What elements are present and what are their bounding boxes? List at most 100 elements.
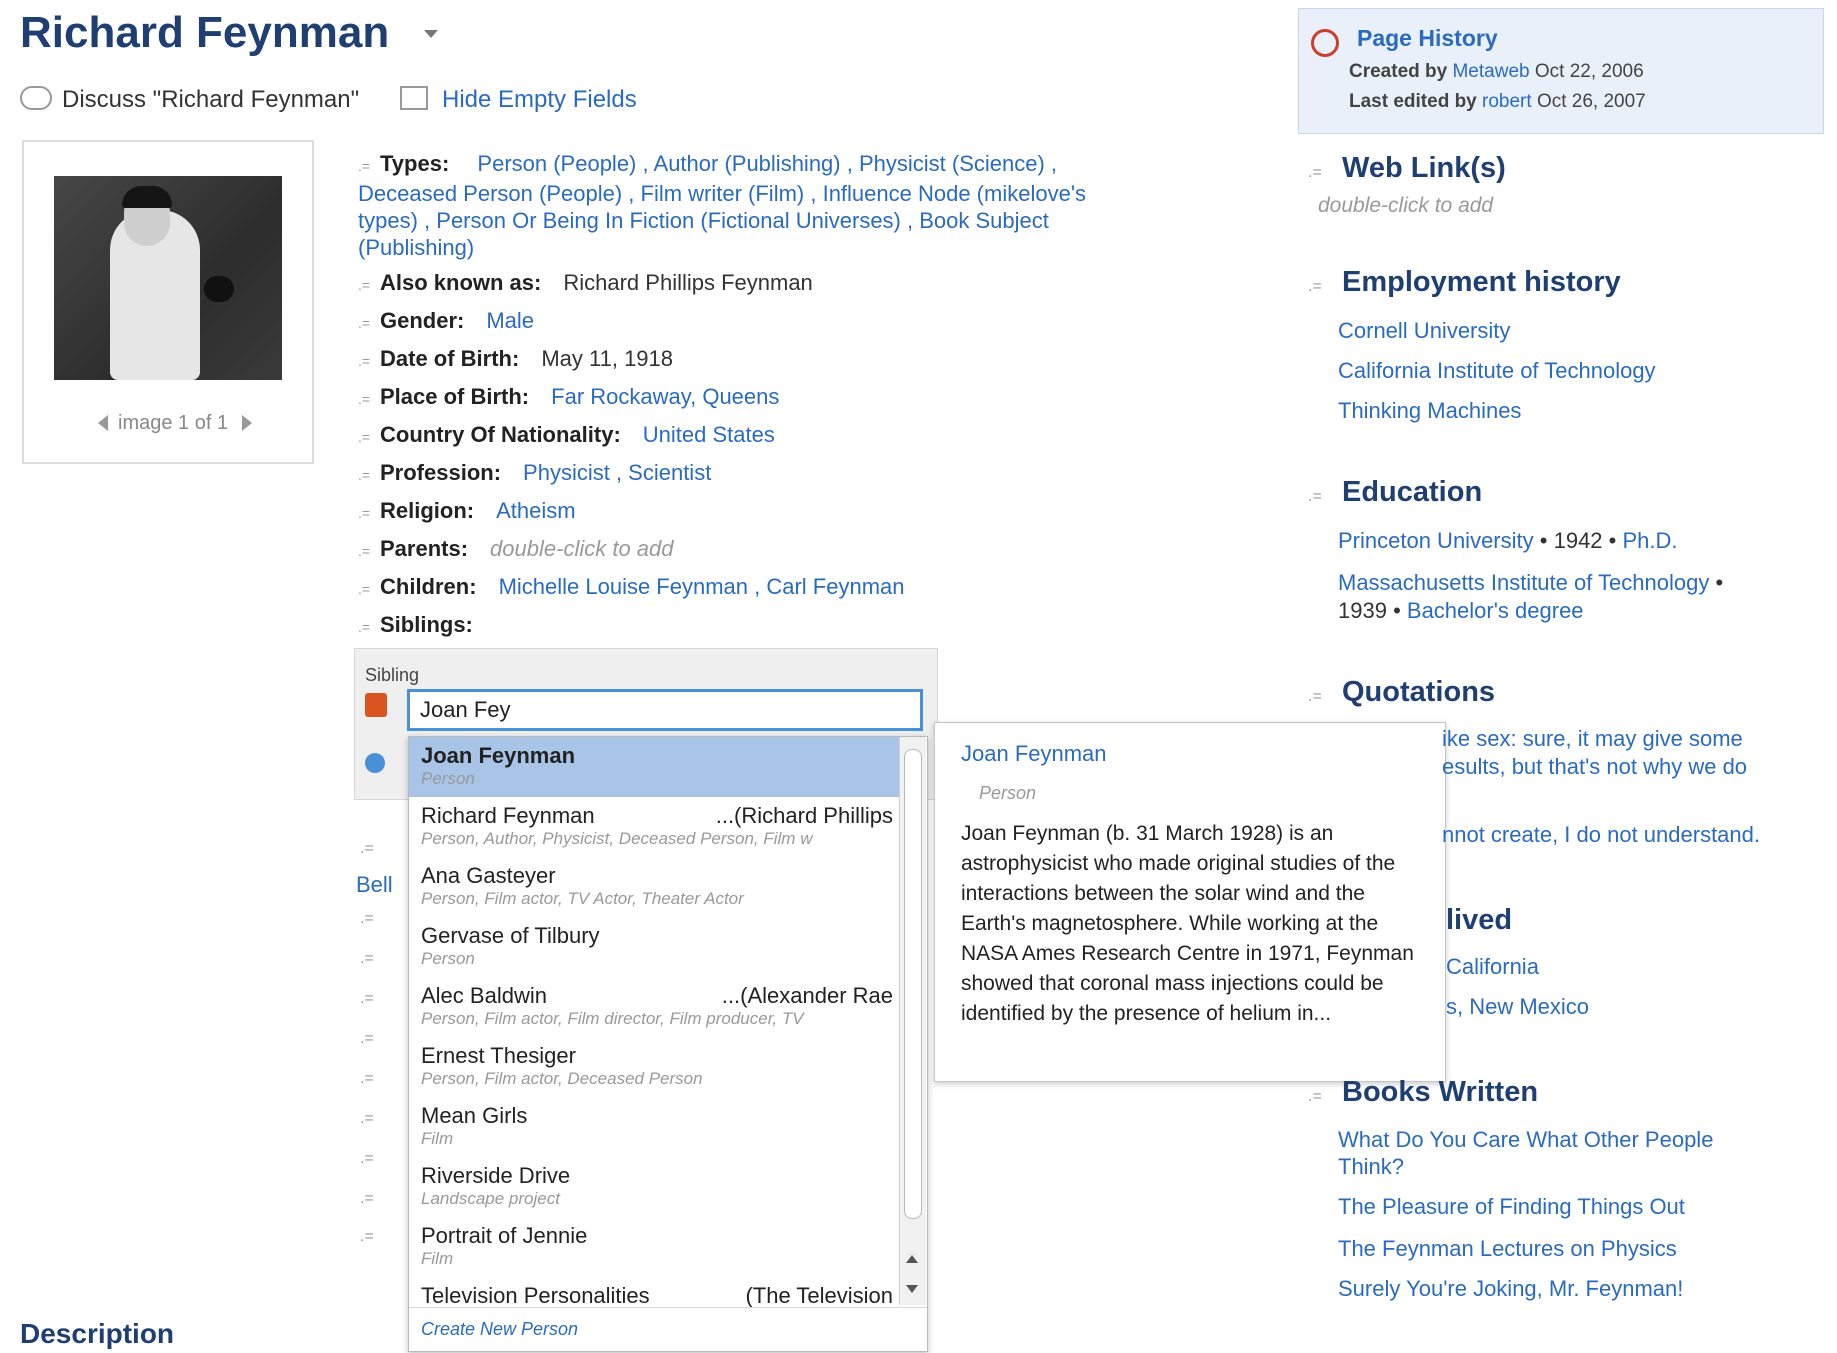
property-value[interactable]: Richard Phillips Feynman [563, 270, 812, 295]
preview-description: Joan Feynman (b. 31 March 1928) is an as… [961, 822, 1414, 1025]
scroll-down-icon[interactable] [906, 1285, 918, 1293]
page-title: Richard Feynman [20, 8, 390, 57]
type-link[interactable]: Film writer (Film) [641, 181, 805, 206]
degree-link[interactable]: Ph.D. [1623, 528, 1678, 553]
editor-link[interactable]: robert [1482, 91, 1532, 112]
type-link[interactable]: Deceased Person (People) [358, 181, 622, 206]
property-value[interactable]: Physicist , Scientist [523, 460, 711, 485]
drag-handle-icon[interactable]: .= [358, 581, 380, 597]
drag-handle-icon[interactable]: .= [358, 315, 380, 331]
type-link[interactable]: Physicist (Science) [859, 151, 1045, 176]
autocomplete-dropdown: Joan Feynman Person Richard Feynman ...(… [408, 736, 928, 1352]
type-link[interactable]: Person Or Being In Fiction (Fictional Un… [436, 208, 901, 233]
drag-handle-icon[interactable]: .= [358, 277, 380, 293]
discuss-link[interactable]: Discuss "Richard Feynman" [20, 86, 359, 114]
drag-handle-icon[interactable]: .= [358, 353, 380, 369]
portrait-photo[interactable] [54, 176, 282, 380]
drag-handle-icon[interactable]: .= [358, 467, 380, 483]
places-lived-heading: lived [1446, 904, 1513, 936]
property-value[interactable]: Far Rockaway, Queens [551, 384, 779, 409]
suggestion-item[interactable]: Riverside Drive Landscape project [409, 1157, 899, 1217]
discuss-label: Discuss "Richard Feynman" [62, 86, 360, 113]
property-also-known-as: .= Also known as: Richard Phillips Feynman [358, 270, 813, 295]
suggestion-item[interactable]: Gervase of Tilbury Person [409, 917, 899, 977]
book-item[interactable]: The Pleasure of Finding Things Out [1338, 1194, 1685, 1220]
drag-handle-icon[interactable]: .= [358, 391, 380, 407]
drag-handle-icon: .= [360, 910, 374, 927]
quotation-fragment[interactable]: ike sex: sure, it may give some [1442, 726, 1743, 752]
place-item[interactable]: s, New Mexico [1446, 994, 1589, 1020]
property-value[interactable]: double-click to add [490, 536, 673, 561]
created-line: Created by Metaweb Oct 22, 2006 [1349, 61, 1644, 82]
place-item[interactable]: California [1446, 954, 1539, 980]
degree-link[interactable]: Bachelor's degree [1407, 598, 1584, 623]
school-link[interactable]: Princeton University [1338, 528, 1534, 553]
preview-type: Person [979, 783, 1037, 803]
suggestion-item[interactable]: Joan Feynman Person [409, 737, 899, 797]
property-value[interactable]: Atheism [496, 498, 575, 523]
speech-bubble-icon [20, 86, 52, 110]
web-links-heading: .= Web Link(s) [1308, 152, 1506, 184]
scrollbar-thumb[interactable] [904, 749, 922, 1219]
bell-fragment[interactable]: Bell [356, 872, 393, 898]
suggestion-item[interactable]: Ana Gasteyer Person, Film actor, TV Acto… [409, 857, 899, 917]
drag-handle-icon[interactable]: .= [1308, 688, 1342, 706]
employment-item[interactable]: California Institute of Technology [1338, 358, 1656, 384]
property-value[interactable]: United States [643, 422, 775, 447]
suggestion-item[interactable]: Ernest Thesiger Person, Film actor, Dece… [409, 1037, 899, 1097]
property-value[interactable]: May 11, 1918 [541, 346, 673, 371]
help-icon[interactable] [365, 753, 385, 773]
property-children: .= Children: Michelle Louise Feynman , Car… [358, 574, 905, 599]
property-gender: .= Gender: Male [358, 308, 535, 333]
property-religion: .= Religion: Atheism [358, 498, 576, 523]
drag-handle-icon[interactable]: .= [358, 429, 380, 445]
drag-handle-icon: .= [360, 950, 374, 967]
create-new-person-link[interactable]: Create New Person [409, 1307, 927, 1351]
quotation-fragment[interactable]: nnot create, I do not understand. [1442, 822, 1760, 848]
drag-handle-icon[interactable]: .= [1308, 164, 1342, 182]
property-nationality: .= Country Of Nationality: United States [358, 422, 775, 447]
education-heading: .= Education [1308, 476, 1483, 508]
preview-name[interactable]: Joan Feynman [961, 741, 1107, 767]
book-item[interactable]: What Do You Care What Other People Think… [1338, 1126, 1778, 1180]
drag-handle-icon[interactable]: .= [358, 505, 380, 521]
property-siblings: .= Siblings: [358, 612, 473, 637]
book-item[interactable]: The Feynman Lectures on Physics [1338, 1236, 1677, 1262]
suggestion-item[interactable]: Television Personalities (The Television [409, 1277, 899, 1308]
property-value[interactable]: Michelle Louise Feynman , Carl Feynman [499, 574, 905, 599]
suggestion-item[interactable]: Richard Feynman ...(Richard Phillips Per… [409, 797, 899, 857]
suggestion-item[interactable]: Portrait of Jennie Film [409, 1217, 899, 1277]
creator-link[interactable]: Metaweb [1452, 61, 1529, 82]
drag-handle-icon[interactable]: .= [358, 619, 380, 635]
book-item[interactable]: Surely You're Joking, Mr. Feynman! [1338, 1276, 1683, 1302]
employment-item[interactable]: Cornell University [1338, 318, 1510, 344]
quotation-fragment[interactable]: esults, but that's not why we do [1442, 754, 1747, 780]
title-dropdown-icon[interactable] [424, 30, 438, 38]
suggestion-preview: Joan Feynman Person Joan Feynman (b. 31 … [934, 722, 1446, 1082]
employment-heading: .= Employment history [1308, 266, 1621, 298]
suggestion-item[interactable]: Alec Baldwin ...(Alexander Rae Person, F… [409, 977, 899, 1037]
suggestion-item[interactable]: Mean Girls Film [409, 1097, 899, 1157]
drag-handle-icon: .= [360, 1190, 374, 1207]
drag-handle-icon[interactable]: .= [1308, 1088, 1342, 1106]
property-value[interactable]: Male [486, 308, 534, 333]
drag-handle-icon[interactable]: .= [1308, 488, 1342, 506]
drag-handle-icon[interactable]: .= [358, 543, 380, 559]
edit-pencil-icon [365, 693, 387, 717]
hide-empty-fields-link[interactable]: Hide Empty Fields [400, 86, 637, 114]
scroll-up-icon[interactable] [906, 1255, 918, 1263]
web-links-hint[interactable]: double-click to add [1318, 194, 1493, 218]
next-image-icon[interactable] [242, 415, 253, 431]
page-history-link[interactable]: Page History [1357, 25, 1498, 52]
prev-image-icon[interactable] [98, 415, 108, 431]
type-link[interactable]: Author (Publishing) [654, 151, 841, 176]
drag-handle-icon[interactable]: .= [1308, 278, 1342, 296]
type-link[interactable]: Person (People) [477, 151, 636, 176]
drag-handle-icon[interactable]: .= [358, 153, 380, 180]
types-field: .= Types: Person (People) , Author (Publi… [358, 151, 1087, 260]
employment-item[interactable]: Thinking Machines [1338, 398, 1521, 424]
education-entry-cont: 1939 • Bachelor's degree [1338, 598, 1584, 623]
sibling-search-input[interactable]: Joan Fey [407, 689, 923, 731]
clock-icon [1311, 29, 1339, 57]
school-link[interactable]: Massachusetts Institute of Technology [1338, 570, 1709, 595]
